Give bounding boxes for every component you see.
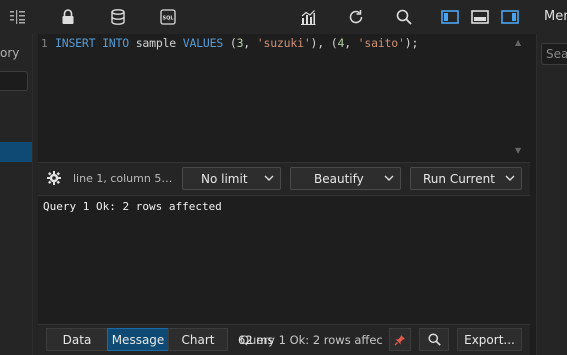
code-token-plain: ,: [344, 36, 358, 50]
code-token-str: 'saito': [357, 36, 405, 50]
search-icon[interactable]: [394, 7, 414, 27]
code-token-kw: INSERT INTO: [55, 36, 129, 50]
right-panel-layout-icon[interactable]: [500, 7, 520, 27]
status-area: Query 1 Ok: 2 rows affected 62 ms: [238, 333, 382, 349]
beautify-button[interactable]: Beautify: [290, 167, 401, 190]
database-icon[interactable]: [108, 7, 128, 27]
code-token-str: 'suzuki': [256, 36, 311, 50]
search-result-button[interactable]: [419, 328, 449, 351]
right-panel-divider[interactable]: [530, 34, 537, 355]
chevron-down-icon[interactable]: [505, 175, 515, 182]
sidebar-filter-input[interactable]: [0, 71, 28, 91]
code-token-plain: ,: [243, 36, 257, 50]
tab-message[interactable]: Message: [107, 328, 169, 351]
result-message: Query 1 Ok: 2 rows affected: [43, 200, 222, 213]
right-sidebar: [537, 34, 567, 355]
refresh-icon[interactable]: [346, 7, 366, 27]
tab-data[interactable]: Data: [46, 328, 108, 351]
history-label: ory: [0, 46, 20, 60]
chevron-down-icon[interactable]: [384, 175, 394, 182]
sql-file-icon[interactable]: SQL: [158, 7, 178, 27]
elapsed-time: 62 ms: [238, 333, 274, 347]
code-line[interactable]: INSERT INTO sample VALUES (3, 'suzuki'),…: [55, 36, 418, 50]
row-limit-label: No limit: [201, 172, 248, 186]
code-token-plain: ), (: [310, 36, 338, 50]
sidebar-selected-item[interactable]: [0, 142, 32, 162]
export-button[interactable]: Export...: [457, 328, 522, 351]
code-token-kw: VALUES: [182, 36, 224, 50]
result-panel: [38, 196, 530, 324]
line-number: 1: [41, 37, 48, 50]
sidebar-toggle-icon[interactable]: [8, 7, 28, 27]
lock-icon[interactable]: [58, 7, 78, 27]
search-icon: [427, 333, 441, 346]
pin-icon: [394, 334, 405, 345]
right-search-placeholder: Search: [546, 47, 567, 61]
left-panel-layout-icon[interactable]: [440, 7, 460, 27]
run-current-label: Run Current: [423, 172, 495, 186]
pin-button[interactable]: [389, 328, 411, 351]
chevron-down-icon: [264, 175, 274, 181]
gear-icon[interactable]: [46, 170, 62, 186]
beautify-label: Beautify: [314, 172, 364, 186]
svg-text:SQL: SQL: [162, 16, 174, 22]
code-token-plain: (: [223, 36, 237, 50]
row-limit-select[interactable]: No limit: [182, 167, 281, 190]
tab-chart[interactable]: Chart: [168, 328, 228, 351]
code-token-plain: sample: [128, 36, 183, 50]
run-current-button[interactable]: Run Current: [410, 167, 522, 190]
scroll-up-arrow-icon[interactable]: ▲: [515, 38, 521, 47]
menu-label[interactable]: Men: [544, 9, 567, 24]
chart-icon[interactable]: [298, 7, 318, 27]
sql-editor[interactable]: [38, 34, 530, 162]
code-token-plain: );: [404, 36, 419, 50]
scroll-down-arrow-icon[interactable]: ▼: [515, 146, 521, 155]
right-search-input[interactable]: Search: [541, 43, 567, 65]
bottom-panel-layout-icon[interactable]: [470, 7, 490, 27]
line-gutter: [38, 34, 54, 162]
cursor-position: line 1, column 5…: [73, 172, 173, 185]
